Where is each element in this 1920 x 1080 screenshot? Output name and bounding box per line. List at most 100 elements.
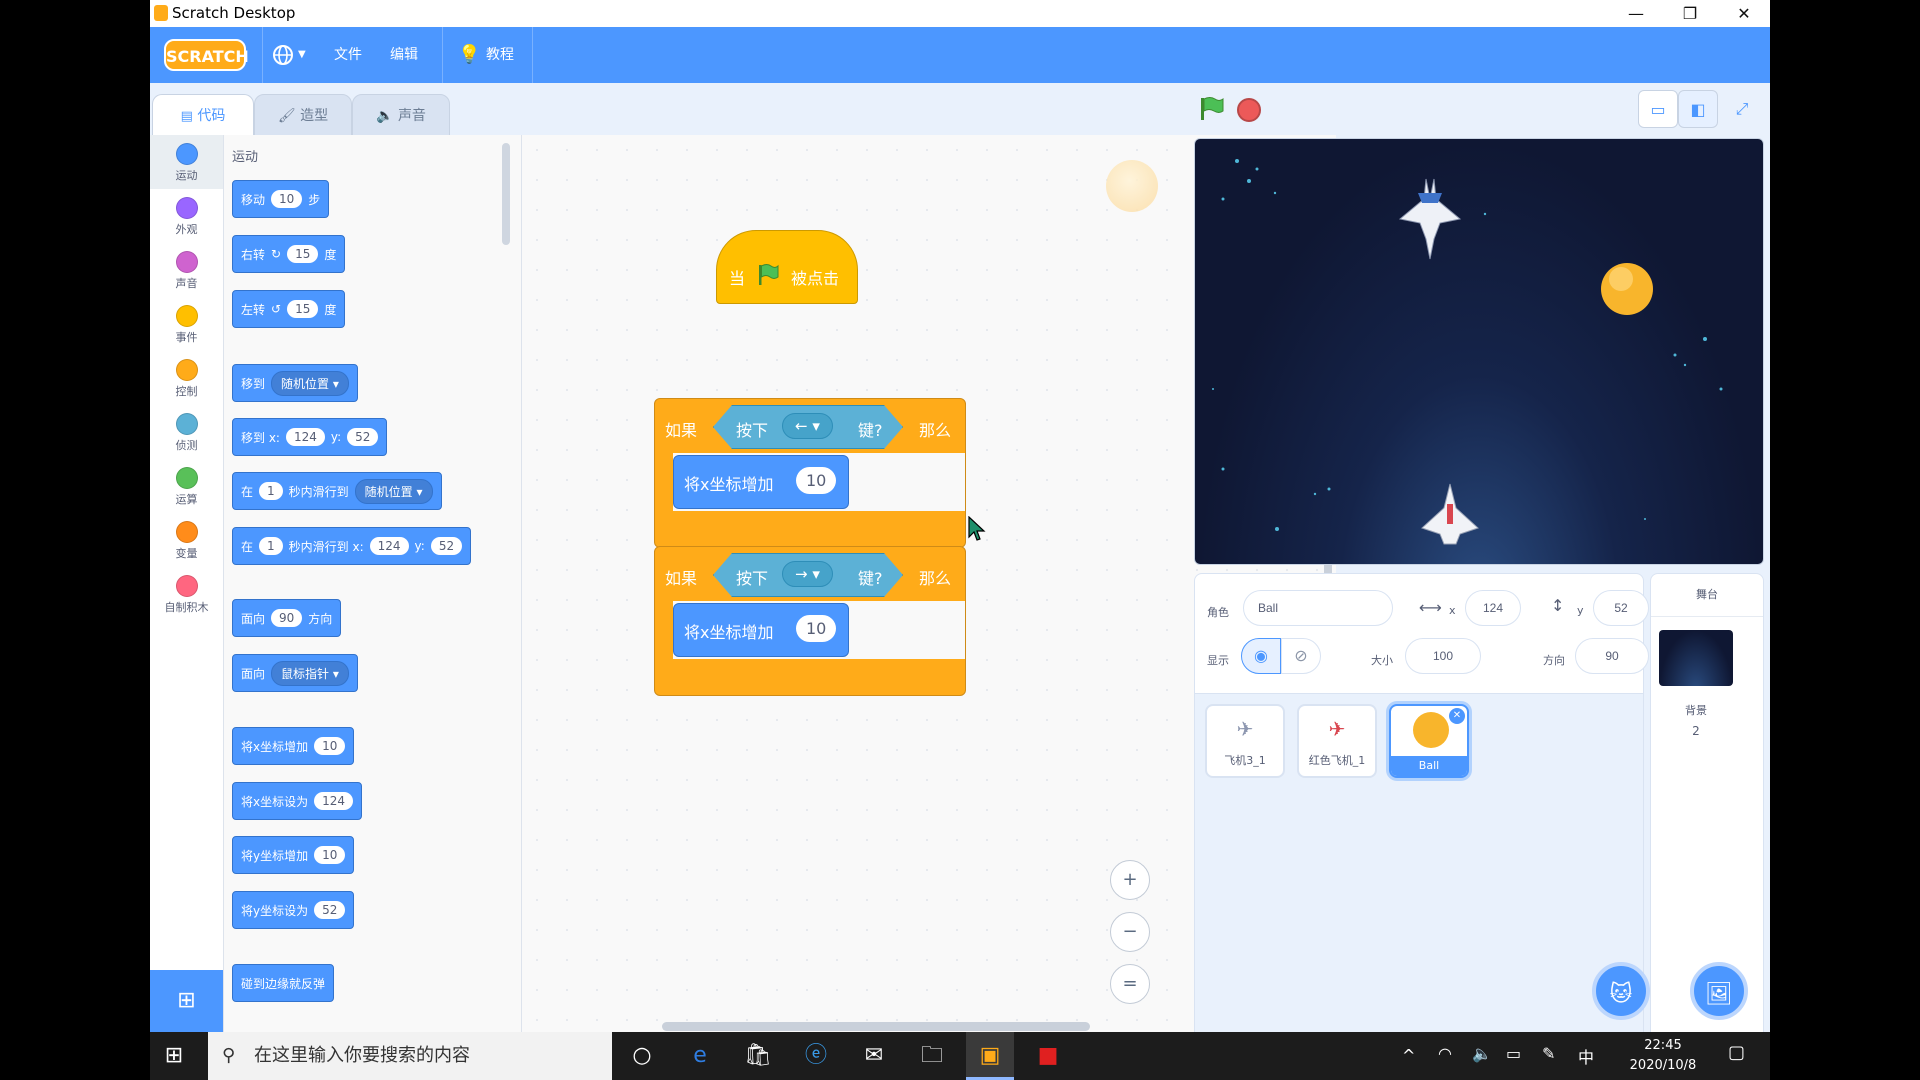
sprite-name-input[interactable] bbox=[1243, 590, 1393, 626]
fullscreen-button[interactable]: ⤢ bbox=[1722, 90, 1762, 128]
sprite-tile-red-plane[interactable]: ✈ 红色飞机_1 bbox=[1297, 704, 1377, 778]
tutorials-menu[interactable]: 💡 教程 bbox=[458, 27, 528, 83]
key-dropdown[interactable]: ← ▾ bbox=[782, 413, 833, 439]
y-input[interactable] bbox=[1593, 590, 1649, 626]
size-input[interactable] bbox=[1405, 638, 1481, 674]
direction-input[interactable] bbox=[1575, 638, 1649, 674]
edge-button[interactable]: e bbox=[676, 1032, 724, 1080]
pen-icon[interactable]: ✎ bbox=[1542, 1044, 1555, 1063]
maximize-button[interactable]: ❐ bbox=[1663, 0, 1717, 27]
block-input[interactable]: 1 bbox=[259, 482, 283, 500]
volume-icon[interactable]: 🔈 bbox=[1472, 1044, 1492, 1063]
sprite-tile-ball[interactable]: Ball ✕ bbox=[1389, 704, 1469, 778]
edit-menu[interactable]: 编辑 bbox=[390, 27, 418, 83]
block-input[interactable]: 10 bbox=[271, 190, 303, 208]
block-glide[interactable]: 在 1 秒内滑行到 随机位置 ▾ bbox=[232, 472, 442, 510]
stage-canvas[interactable] bbox=[1194, 138, 1764, 565]
small-stage-button[interactable]: ▭ bbox=[1638, 90, 1678, 128]
block-change-y[interactable]: 将y坐标增加 10 bbox=[232, 836, 355, 874]
notification-icon[interactable]: ▢ bbox=[1728, 1042, 1745, 1063]
stage-selector[interactable]: 舞台 背景 2 bbox=[1650, 573, 1764, 1032]
key-pressed-block[interactable]: 按下 ← ▾ 键? bbox=[713, 405, 903, 449]
scratch-taskbar-button[interactable]: ▣ bbox=[966, 1032, 1014, 1080]
block-input[interactable]: 124 bbox=[369, 537, 409, 555]
choose-sprite-button[interactable]: 🐱 bbox=[1592, 962, 1650, 1020]
tab-costumes[interactable]: 🖌 造型 bbox=[254, 94, 352, 136]
wifi-icon[interactable]: ◠ bbox=[1438, 1044, 1452, 1063]
block-dropdown[interactable]: 鼠标指针 ▾ bbox=[271, 660, 349, 686]
category-variables[interactable]: 变量 bbox=[150, 513, 223, 567]
x-input[interactable] bbox=[1465, 590, 1521, 626]
delete-sprite-icon[interactable]: ✕ bbox=[1449, 708, 1465, 724]
chevron-up-icon[interactable]: ^ bbox=[1402, 1046, 1415, 1065]
green-flag-button[interactable] bbox=[1198, 96, 1224, 122]
recorder-button[interactable]: ■ bbox=[1024, 1032, 1072, 1080]
block-input[interactable]: 52 bbox=[430, 537, 463, 555]
block-move-steps[interactable]: 移动 10 步 bbox=[232, 180, 330, 218]
normal-stage-button[interactable]: ◧ bbox=[1678, 90, 1718, 128]
key-pressed-block[interactable]: 按下 → ▾ 键? bbox=[713, 553, 903, 597]
key-dropdown[interactable]: → ▾ bbox=[782, 561, 833, 587]
block-input[interactable]: 124 bbox=[314, 792, 354, 810]
category-my-blocks[interactable]: 自制积木 bbox=[150, 567, 223, 621]
block-point-towards[interactable]: 面向 鼠标指针 ▾ bbox=[232, 654, 358, 692]
category-events[interactable]: 事件 bbox=[150, 297, 223, 351]
explorer-button[interactable]: 🗀 bbox=[908, 1032, 956, 1080]
ie-button[interactable]: ⓔ bbox=[792, 1032, 840, 1080]
block-input[interactable]: 15 bbox=[287, 245, 319, 263]
tab-code[interactable]: ▤ 代码 bbox=[152, 94, 254, 136]
start-button[interactable]: ⊞ bbox=[150, 1032, 198, 1080]
category-sound[interactable]: 声音 bbox=[150, 243, 223, 297]
block-input[interactable]: 15 bbox=[287, 300, 319, 318]
block-goto-xy[interactable]: 移到 x: 124 y: 52 bbox=[232, 418, 388, 456]
block-set-y[interactable]: 将y坐标设为 52 bbox=[232, 891, 355, 929]
zoom-out-button[interactable]: − bbox=[1110, 912, 1150, 952]
store-button[interactable]: 🛍 bbox=[734, 1032, 782, 1080]
task-view-button[interactable]: ○ bbox=[618, 1032, 666, 1080]
choose-backdrop-button[interactable]: 🖼 bbox=[1690, 962, 1748, 1020]
block-turn-left[interactable]: 左转 ↺ 15 度 bbox=[232, 290, 346, 328]
add-extension-button[interactable]: ⊞ bbox=[150, 970, 223, 1032]
language-button[interactable]: ▼ bbox=[272, 27, 316, 83]
block-input[interactable]: 124 bbox=[285, 428, 325, 446]
block-point-direction[interactable]: 面向 90 方向 bbox=[232, 599, 342, 637]
minimize-button[interactable]: — bbox=[1609, 0, 1663, 27]
category-sensing[interactable]: 侦测 bbox=[150, 405, 223, 459]
block-input[interactable]: 10 bbox=[314, 846, 346, 864]
scratch-logo[interactable]: SCRATCH bbox=[164, 39, 249, 71]
block-input[interactable]: 52 bbox=[347, 428, 379, 446]
workspace-horizontal-scrollbar[interactable] bbox=[662, 1022, 1090, 1031]
block-input[interactable]: 10 bbox=[314, 737, 346, 755]
block-input[interactable]: 10 bbox=[796, 467, 837, 494]
if-block[interactable]: 如果 按下 → ▾ 键? 那么 将x坐标增加 10 bbox=[654, 546, 966, 696]
category-operators[interactable]: 运算 bbox=[150, 459, 223, 513]
ime-indicator[interactable]: 中 bbox=[1578, 1044, 1594, 1068]
change-x-block[interactable]: 将x坐标增加 10 bbox=[673, 603, 849, 657]
category-control[interactable]: 控制 bbox=[150, 351, 223, 405]
zoom-in-button[interactable]: + bbox=[1110, 860, 1150, 900]
palette-scrollbar[interactable] bbox=[502, 143, 510, 245]
mail-button[interactable]: ✉ bbox=[850, 1032, 898, 1080]
sprite-tile-plane3[interactable]: ✈ 飞机3_1 bbox=[1205, 704, 1285, 778]
hide-sprite-button[interactable]: ⊘ bbox=[1281, 638, 1321, 674]
search-box[interactable]: ⚲ 在这里输入你要搜索的内容 bbox=[208, 1032, 612, 1080]
tab-sounds[interactable]: 🔈 声音 bbox=[352, 94, 450, 136]
when-flag-clicked-block[interactable]: 当 被点击 bbox=[716, 230, 858, 304]
block-bounce[interactable]: 碰到边缘就反弹 bbox=[232, 964, 335, 1002]
file-menu[interactable]: 文件 bbox=[334, 27, 362, 83]
battery-icon[interactable]: ▭ bbox=[1506, 1044, 1521, 1063]
show-sprite-button[interactable]: ◉ bbox=[1241, 638, 1281, 674]
block-input[interactable]: 90 bbox=[271, 609, 303, 627]
if-block[interactable]: 如果 按下 ← ▾ 键? 那么 将x坐标增加 10 bbox=[654, 398, 966, 548]
zoom-reset-button[interactable]: = bbox=[1110, 964, 1150, 1004]
block-set-x[interactable]: 将x坐标设为 124 bbox=[232, 782, 363, 820]
stop-button[interactable] bbox=[1237, 98, 1261, 122]
clock[interactable]: 22:45 2020/10/8 bbox=[1620, 1036, 1706, 1076]
category-motion[interactable]: 运动 bbox=[150, 135, 223, 189]
block-goto[interactable]: 移到 随机位置 ▾ bbox=[232, 364, 358, 402]
block-input[interactable]: 10 bbox=[796, 615, 837, 642]
block-input[interactable]: 52 bbox=[314, 901, 346, 919]
change-x-block[interactable]: 将x坐标增加 10 bbox=[673, 455, 849, 509]
block-input[interactable]: 1 bbox=[259, 537, 283, 555]
block-change-x[interactable]: 将x坐标增加 10 bbox=[232, 727, 355, 765]
